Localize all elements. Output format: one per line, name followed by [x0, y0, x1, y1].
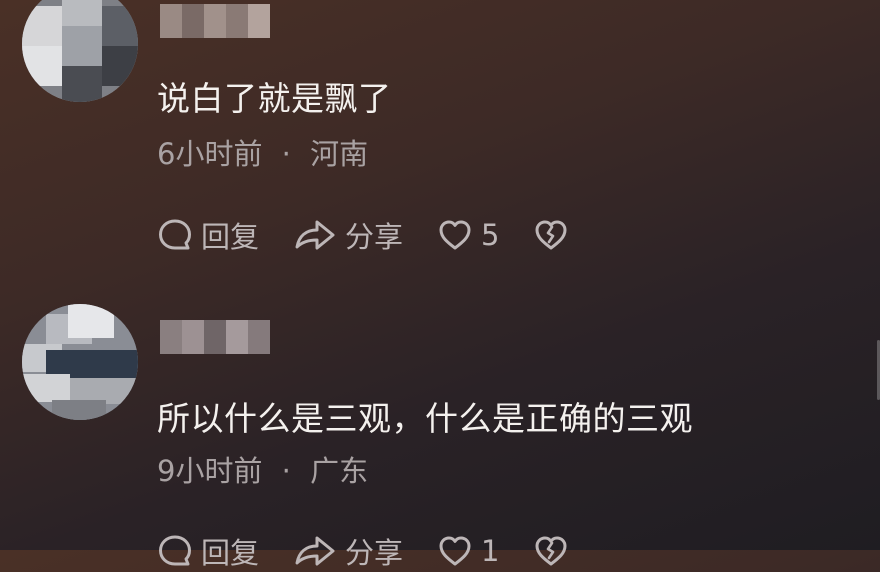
- reply-button[interactable]: 回复: [157, 214, 259, 256]
- comment-meta: 9小时前 · 广东: [157, 448, 368, 490]
- share-label: 分享: [345, 536, 404, 570]
- comment-item: 所以什么是三观，什么是正确的三观 9小时前 · 广东 回复 分享 1: [0, 290, 880, 570]
- share-button[interactable]: 分享: [293, 214, 403, 256]
- comment-time: 6小时前: [157, 137, 263, 171]
- username-blurred[interactable]: [160, 4, 270, 38]
- username-blurred[interactable]: [160, 320, 270, 354]
- heart-outline-icon: [439, 536, 471, 566]
- reply-label: 回复: [201, 536, 260, 570]
- share-label: 分享: [345, 220, 404, 254]
- like-count: 5: [481, 218, 500, 252]
- comment-meta: 6小时前 · 河南: [157, 131, 368, 173]
- comment-bubble-icon: [159, 219, 191, 250]
- comment-actions: 回复 分享 5: [157, 214, 603, 256]
- like-button[interactable]: 5: [437, 217, 499, 253]
- comment-actions: 回复 分享 1: [157, 530, 603, 572]
- broken-heart-icon: [535, 220, 567, 250]
- broken-heart-icon: [535, 536, 567, 566]
- like-count: 1: [481, 534, 500, 568]
- meta-separator: ·: [281, 454, 291, 488]
- comment-location: 河南: [310, 137, 369, 171]
- comment-text: 说白了就是飘了: [157, 79, 392, 118]
- share-arrow-icon: [295, 220, 335, 250]
- meta-separator: ·: [281, 137, 291, 171]
- dislike-button[interactable]: [533, 533, 569, 569]
- comment-time: 9小时前: [157, 454, 263, 488]
- avatar[interactable]: [22, 0, 138, 102]
- reply-button[interactable]: 回复: [157, 530, 259, 572]
- comment-location: 广东: [310, 454, 369, 488]
- share-button[interactable]: 分享: [293, 530, 403, 572]
- heart-outline-icon: [439, 220, 471, 250]
- comment-text: 所以什么是三观，什么是正确的三观: [157, 399, 693, 438]
- scrollbar[interactable]: [876, 0, 880, 550]
- share-arrow-icon: [295, 536, 335, 566]
- comment-item: 说白了就是飘了 6小时前 · 河南 回复 分享 5: [0, 0, 880, 290]
- comment-bubble-icon: [159, 535, 191, 566]
- like-button[interactable]: 1: [437, 533, 499, 569]
- dislike-button[interactable]: [533, 217, 569, 253]
- avatar[interactable]: [22, 304, 138, 420]
- reply-label: 回复: [201, 220, 260, 254]
